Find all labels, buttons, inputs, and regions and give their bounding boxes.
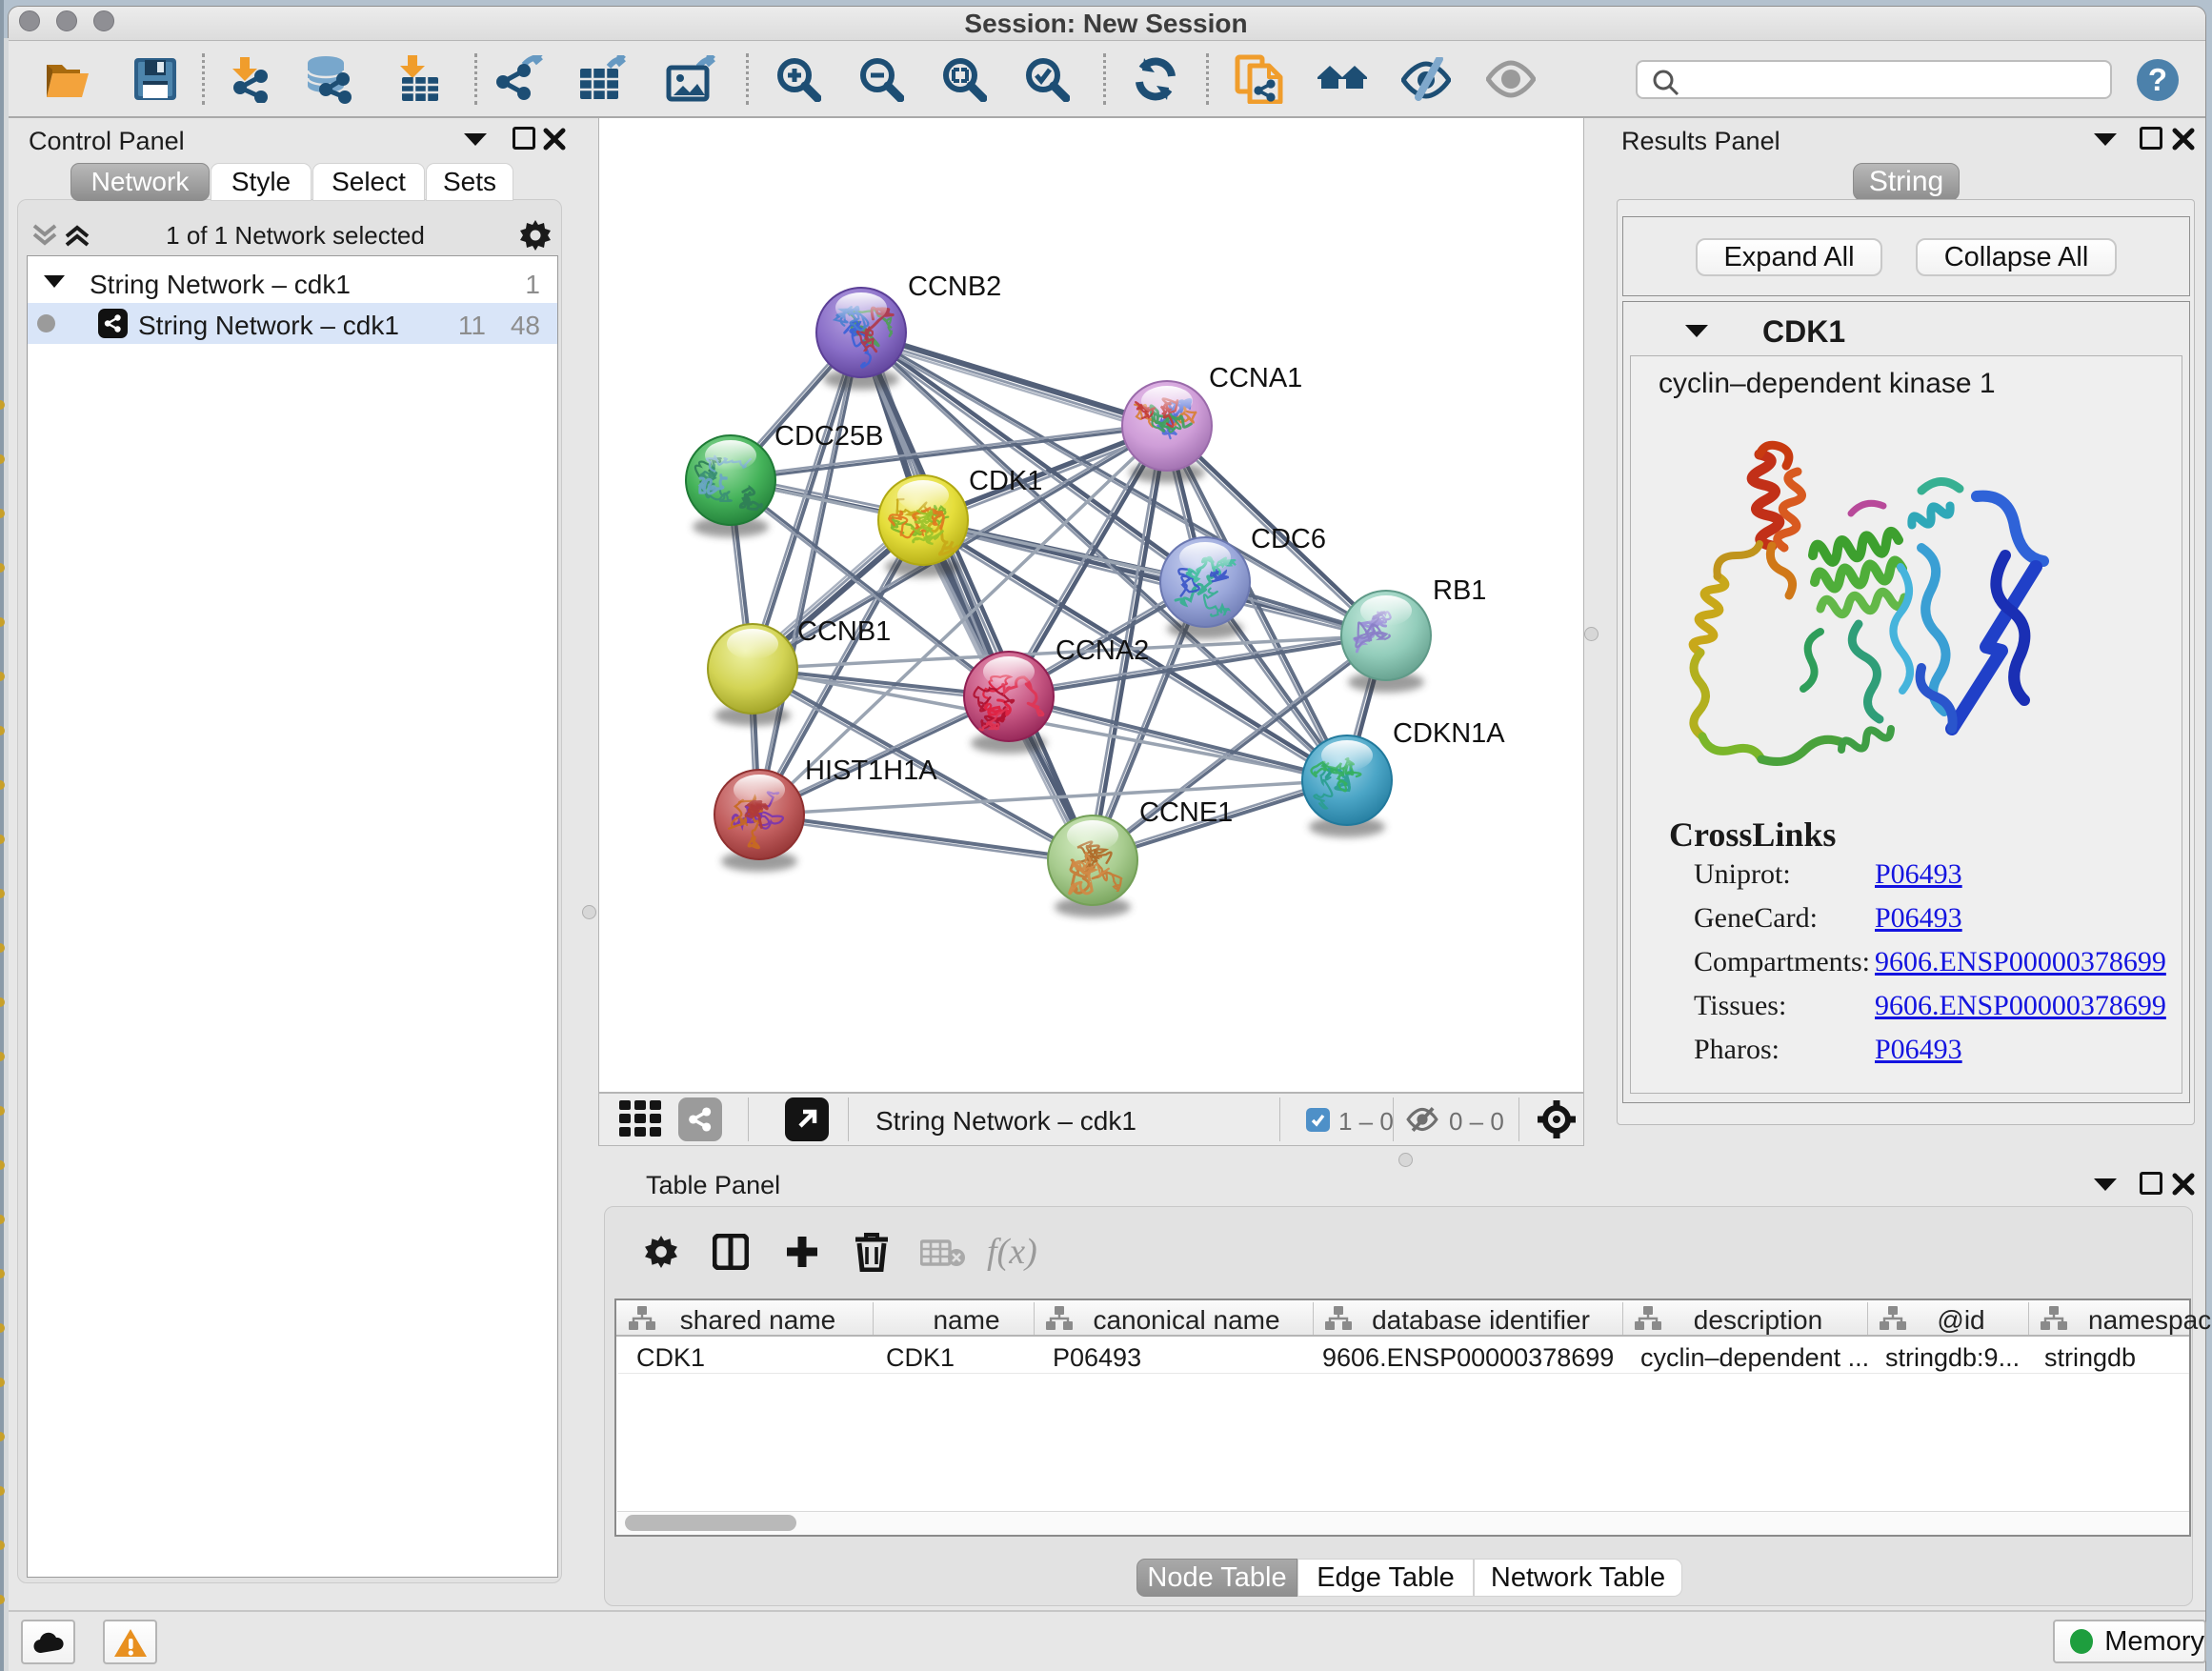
svg-text:CCNA1: CCNA1 — [1209, 363, 1302, 393]
svg-text:CDK1: CDK1 — [969, 466, 1042, 496]
svg-text:CDC6: CDC6 — [1251, 524, 1326, 554]
svg-text:CCNB2: CCNB2 — [908, 272, 1001, 302]
svg-text:CDKN1A: CDKN1A — [1393, 718, 1505, 749]
svg-text:CCNB1: CCNB1 — [797, 616, 891, 647]
svg-text:CCNA2: CCNA2 — [1056, 635, 1149, 666]
svg-text:RB1: RB1 — [1433, 575, 1486, 606]
svg-text:CDC25B: CDC25B — [774, 421, 883, 452]
svg-text:HIST1H1A: HIST1H1A — [805, 755, 937, 786]
svg-text:CCNE1: CCNE1 — [1139, 797, 1233, 828]
